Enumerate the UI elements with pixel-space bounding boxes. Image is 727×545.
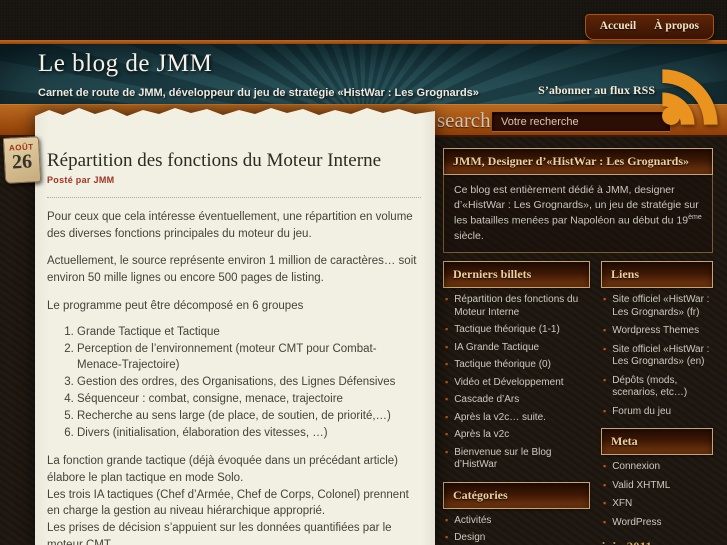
category-link[interactable]: ▪ Activités	[445, 515, 590, 528]
post-date-badge: AOÛT 26	[2, 136, 42, 184]
bullet-icon: ▪	[603, 516, 607, 527]
about-text: siècle.	[454, 230, 484, 243]
meta-link[interactable]: ▪ Connexion	[603, 461, 713, 474]
meta-title: Meta	[601, 428, 713, 456]
bullet-icon: ▪	[445, 376, 449, 387]
bullet-icon: ▪	[603, 461, 607, 472]
bullet-icon: ▪	[603, 405, 607, 416]
recent-post-link[interactable]: ▪ Répartition des fonctions du Moteur Int…	[445, 294, 590, 319]
bullet-icon: ▪	[603, 343, 607, 354]
bullet-icon: ▪	[445, 446, 449, 457]
list-item: Perception de l’environnement (moteur CM…	[77, 342, 421, 374]
meta-link[interactable]: ▪ Valid XHTML	[603, 480, 713, 493]
links-title: Liens	[601, 261, 713, 289]
article-paper: Répartition des fonctions du Moteur Inte…	[35, 106, 435, 545]
recent-post-link[interactable]: ▪ Tactique théorique (1-1)	[445, 324, 590, 337]
bullet-icon: ▪	[603, 479, 607, 490]
categories-title: Catégories	[443, 481, 590, 509]
bullet-icon: ▪	[445, 294, 449, 305]
bullet-icon: ▪	[445, 514, 449, 525]
bullet-icon: ▪	[603, 374, 607, 385]
list-item: Gestion des ordres, des Organisations, d…	[77, 375, 421, 391]
post-line: La fonction grande tactique (déjà évoqué…	[47, 455, 398, 485]
recent-post-link[interactable]: ▪ Après la v2c… suite.	[445, 412, 590, 425]
list-item: Divers (initialisation, élaboration des …	[77, 426, 421, 442]
search-input[interactable]	[492, 112, 670, 131]
recent-post-link[interactable]: ▪ Vidéo et Développement	[445, 377, 590, 390]
header-banner: Le blog de JMM Carnet de route de JMM, d…	[0, 44, 727, 104]
sidebar-left-column: Derniers billets ▪ Répartition des foncti…	[443, 261, 590, 545]
external-link[interactable]: ▪ Site officiel «HistWar : Les Grognards»…	[603, 294, 713, 319]
bullet-icon: ▪	[445, 429, 449, 440]
recent-post-link[interactable]: ▪ IA Grande Tactique	[445, 342, 590, 355]
post-paragraph: La fonction grande tactique (déjà évoqué…	[47, 453, 421, 545]
blog-subtitle: Carnet de route de JMM, développeur du j…	[38, 87, 479, 99]
bullet-icon: ▪	[445, 359, 449, 370]
sidebar: JMM, Designer d’«HistWar : Les Grognards…	[443, 148, 713, 545]
recent-posts-title: Derniers billets	[443, 261, 590, 289]
blog-title[interactable]: Le blog de JMM	[38, 44, 212, 84]
about-box-body: Ce blog est entièrement dédié à JMM, des…	[443, 175, 713, 254]
bullet-icon: ▪	[603, 498, 607, 509]
calendar-month-title: juin 2011	[601, 539, 713, 545]
post-date-day: 26	[11, 150, 33, 174]
bullet-icon: ▪	[603, 294, 607, 305]
recent-post-link[interactable]: ▪ Bienvenue sur le Blog d’HistWar	[445, 447, 590, 472]
bullet-icon: ▪	[445, 532, 449, 543]
external-link[interactable]: ▪ Wordpress Themes	[603, 325, 713, 338]
sidebar-right-column: Liens ▪ Site officiel «HistWar : Les Grog…	[601, 261, 713, 545]
recent-posts-list: ▪ Répartition des fonctions du Moteur Int…	[443, 294, 590, 472]
post-line: Les prises de décision s’appuient sur le…	[47, 522, 392, 545]
recent-post-link[interactable]: ▪ Après la v2c	[445, 429, 590, 442]
post-byline: Posté par JMM	[47, 175, 115, 185]
meta-link[interactable]: ▪ XFN	[603, 498, 713, 511]
post-line: Les trois IA tactiques (Chef d’Armée, Ch…	[47, 488, 409, 518]
about-text-sup: ème	[688, 214, 702, 222]
bullet-icon: ▪	[445, 341, 449, 352]
rss-subscribe-link[interactable]: S’abonner au flux RSS	[538, 83, 655, 98]
recent-post-link[interactable]: ▪ Cascade d’Ars	[445, 394, 590, 407]
external-link[interactable]: ▪ Dépôts (mods, scenarios, etc…)	[603, 375, 713, 400]
dotted-divider	[47, 197, 421, 198]
search-label: search	[437, 108, 491, 132]
blog-page: Accueil À propos Le blog de JMM Carnet d…	[0, 0, 727, 545]
list-item: Recherche au sens large (de place, de so…	[77, 409, 421, 425]
recent-post-link[interactable]: ▪ Tactique théorique (0)	[445, 359, 590, 372]
about-box-title: JMM, Designer d’«HistWar : Les Grognards…	[443, 148, 713, 175]
bullet-icon: ▪	[603, 325, 607, 336]
links-list: ▪ Site officiel «HistWar : Les Grognards»…	[601, 294, 713, 418]
rss-icon[interactable]	[651, 58, 727, 136]
post-title[interactable]: Répartition des fonctions du Moteur Inte…	[47, 150, 421, 172]
meta-link[interactable]: ▪ WordPress	[603, 517, 713, 530]
bullet-icon: ▪	[445, 394, 449, 405]
list-item: Grande Tactique et Tactique	[77, 325, 421, 341]
nav-item-a-propos[interactable]: À propos	[654, 20, 699, 32]
list-item: Séquenceur : combat, consigne, menace, t…	[77, 392, 421, 408]
meta-list: ▪ Connexion ▪ Valid XHTML ▪ XFN ▪ WordPress	[601, 461, 713, 529]
about-box: JMM, Designer d’«HistWar : Les Grognards…	[443, 148, 713, 254]
category-link[interactable]: ▪ Design	[445, 532, 590, 545]
external-link[interactable]: ▪ Forum du jeu	[603, 406, 713, 419]
engine-groups-list: Grande Tactique et Tactique Perception d…	[47, 325, 421, 441]
categories-list: ▪Activités ▪Design ▪Livres ▪Non classé	[443, 515, 590, 545]
bullet-icon: ▪	[445, 324, 449, 335]
post-paragraph: Le programme peut être décomposé en 6 gr…	[47, 299, 304, 312]
nav-item-accueil[interactable]: Accueil	[600, 20, 636, 32]
top-navigation: Accueil À propos	[584, 14, 714, 40]
post-paragraph: Pour ceux que cela intéresse éventuellem…	[47, 211, 413, 240]
post-paragraph: Actuellement, le source représente envir…	[47, 255, 417, 285]
bullet-icon: ▪	[445, 411, 449, 422]
about-text: Ce blog est entièrement dédié à JMM, des…	[454, 184, 699, 227]
external-link[interactable]: ▪ Site officiel «HistWar : Les Grognards»…	[603, 344, 713, 369]
